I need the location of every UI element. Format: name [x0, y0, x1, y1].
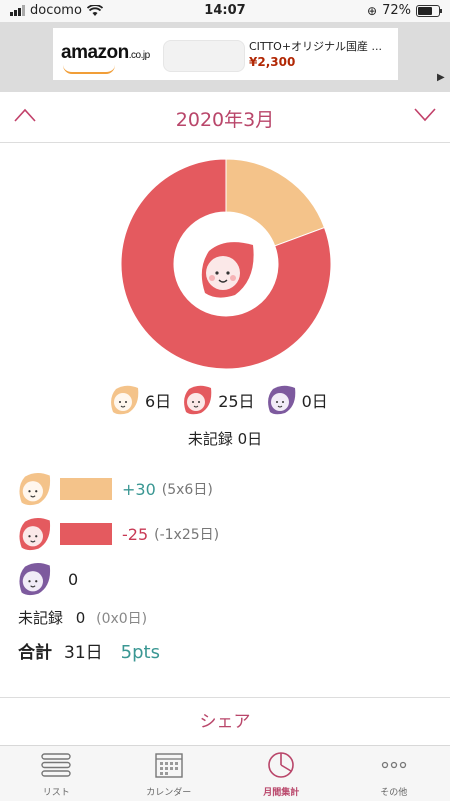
tab-list[interactable]: リスト: [0, 746, 113, 801]
month-title: 2020年3月: [0, 105, 450, 132]
good-mood-face-icon: [108, 384, 140, 416]
neutral-mood-face-icon: [265, 384, 297, 416]
tab-monthly-summary-label: 月間集計: [225, 785, 338, 798]
bad-points: -25: [122, 525, 148, 544]
share-button[interactable]: シェア: [0, 697, 450, 746]
amazon-smile-icon: [63, 65, 115, 74]
ad-banner[interactable]: amazon.co.jp CITTO+オリジナル国産 ... ¥2,300 ▶: [53, 28, 398, 80]
product-image: [163, 40, 245, 72]
chevron-down-icon[interactable]: [414, 104, 436, 126]
legend-neutral-label: 0日: [302, 388, 328, 412]
tab-bar: リスト カレンダー 月間集計 その他: [0, 745, 450, 801]
ad-title: CITTO+オリジナル国産 ...: [249, 38, 382, 54]
good-swatch: [60, 478, 112, 500]
summary-row-bad: -25 (-1x25日): [16, 516, 219, 552]
tab-monthly-summary[interactable]: 月間集計: [225, 746, 338, 801]
tab-calendar[interactable]: カレンダー: [113, 746, 226, 801]
battery-percent: 72%: [382, 3, 411, 18]
bad-mood-face-icon: [181, 384, 213, 416]
total-points: 5pts: [121, 642, 160, 663]
bad-calc: (-1x25日): [154, 524, 219, 544]
unrecorded-days: 未記録 0日: [0, 428, 450, 449]
legend-good: 6日: [108, 384, 171, 416]
ad-price: ¥2,300: [249, 55, 295, 69]
summary-row-neutral: 0: [16, 561, 78, 597]
unrecorded-calc: (0x0日): [96, 611, 147, 627]
good-points: +30: [122, 480, 156, 499]
neutral-mood-face-icon: [16, 561, 52, 597]
tab-calendar-label: カレンダー: [113, 785, 226, 798]
unrecorded-label: 未記録: [18, 609, 63, 627]
ad-banner-area: amazon.co.jp CITTO+オリジナル国産 ... ¥2,300 ▶: [0, 22, 450, 92]
more-icon: [378, 751, 410, 779]
summary-row-unrecorded: 未記録 0 (0x0日): [18, 607, 147, 628]
tab-more[interactable]: その他: [338, 746, 450, 801]
tab-more-label: その他: [338, 785, 450, 798]
legend-good-label: 6日: [145, 388, 171, 412]
summary-row-good: +30 (5x6日): [16, 471, 213, 507]
summary-total: 合計 31日 5pts: [18, 638, 160, 663]
legend-neutral: 0日: [265, 384, 328, 416]
legend-bad-label: 25日: [218, 388, 254, 412]
calendar-icon: [153, 751, 185, 779]
adchoices-icon[interactable]: ▶: [437, 72, 445, 83]
pie-chart-icon: [265, 751, 297, 779]
bad-mood-face-icon: [195, 239, 257, 301]
chart-legend: 6日 25日 0日: [108, 384, 338, 416]
total-days: 31日: [64, 638, 103, 663]
legend-bad: 25日: [181, 384, 254, 416]
amazon-logo: amazon.co.jp: [61, 42, 150, 64]
unrecorded-value: 0: [76, 609, 86, 627]
tab-list-label: リスト: [0, 785, 113, 798]
good-mood-face-icon: [16, 471, 52, 507]
battery-icon: [416, 5, 440, 17]
bad-mood-face-icon: [16, 516, 52, 552]
total-label: 合計: [18, 638, 52, 663]
list-icon: [40, 751, 72, 779]
status-bar: docomo 14:07 ⊕ 72%: [0, 0, 450, 22]
neutral-points: 0: [68, 570, 78, 589]
month-header: 2020年3月: [0, 92, 450, 143]
good-calc: (5x6日): [162, 479, 213, 499]
bad-swatch: [60, 523, 112, 545]
orientation-lock-icon: ⊕: [367, 4, 377, 18]
